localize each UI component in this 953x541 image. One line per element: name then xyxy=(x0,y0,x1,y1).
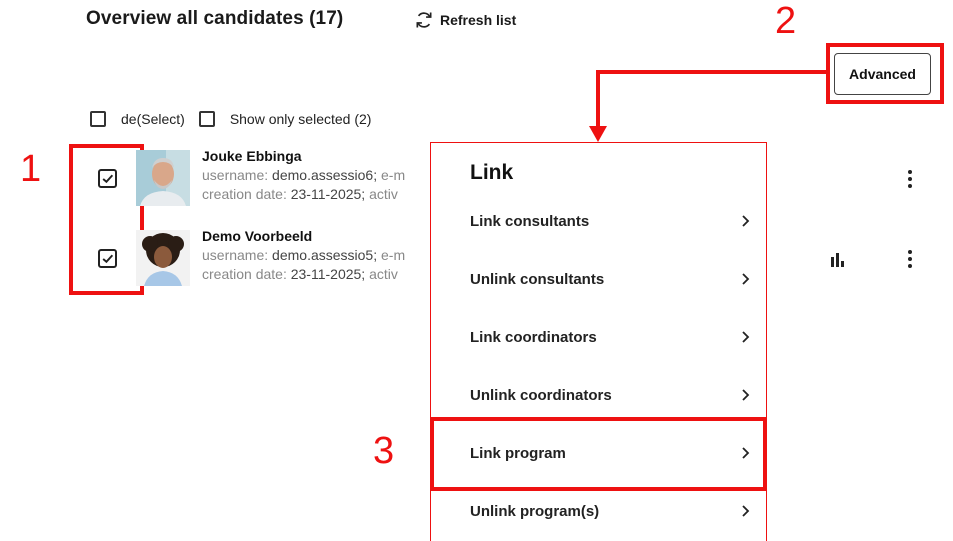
chevron-right-icon xyxy=(742,389,750,401)
chevron-right-icon xyxy=(742,273,750,285)
deselect-checkbox[interactable] xyxy=(90,111,106,127)
candidate-checkbox-2[interactable] xyxy=(98,249,117,268)
menu-item-unlink-programs[interactable]: Unlink program(s) xyxy=(431,491,766,531)
show-only-selected-checkbox[interactable] xyxy=(198,111,215,127)
candidate-info-1: Jouke Ebbinga username: demo.assessio6; … xyxy=(202,148,428,202)
page-title: Overview all candidates (17) xyxy=(86,8,344,29)
chevron-right-icon xyxy=(742,331,750,343)
annotation-box-link-program xyxy=(430,417,767,491)
refresh-list-label: Refresh list xyxy=(440,12,517,28)
menu-title: Link xyxy=(470,161,514,184)
deselect-label: de(Select) xyxy=(121,111,185,127)
annotation-number-1: 1 xyxy=(20,148,42,190)
candidate-name[interactable]: Demo Voorbeeld xyxy=(202,228,428,244)
menu-item-unlink-coordinators[interactable]: Unlink coordinators xyxy=(431,375,766,415)
avatar-jouke xyxy=(136,150,190,206)
more-options-icon[interactable] xyxy=(907,250,913,268)
checked-checkbox-icon xyxy=(98,169,117,188)
candidate-name[interactable]: Jouke Ebbinga xyxy=(202,148,428,164)
menu-item-link-consultants[interactable]: Link consultants xyxy=(431,201,766,241)
annotation-box-checkboxes xyxy=(69,144,144,295)
refresh-list-button[interactable]: Refresh list xyxy=(414,10,516,30)
annotation-arrow xyxy=(589,70,827,142)
menu-item-unlink-consultants[interactable]: Unlink consultants xyxy=(431,259,766,299)
menu-item-link-coordinators[interactable]: Link coordinators xyxy=(431,317,766,357)
checked-checkbox-icon xyxy=(98,249,117,268)
advanced-button[interactable]: Advanced xyxy=(834,53,931,95)
avatar-demo xyxy=(136,230,190,286)
candidate-info-2: Demo Voorbeeld username: demo.assessio5;… xyxy=(202,228,428,282)
chevron-right-icon xyxy=(742,505,750,517)
results-chart-icon[interactable] xyxy=(829,252,845,273)
candidate-checkbox-1[interactable] xyxy=(98,169,117,188)
refresh-icon xyxy=(416,12,432,28)
show-only-selected-label: Show only selected (2) xyxy=(229,111,372,127)
annotation-number-3: 3 xyxy=(373,430,395,472)
chevron-right-icon xyxy=(742,215,750,227)
annotation-number-2: 2 xyxy=(775,0,797,42)
more-options-icon[interactable] xyxy=(907,170,913,188)
selection-controls: de(Select) Show only selected (2) xyxy=(90,111,371,127)
